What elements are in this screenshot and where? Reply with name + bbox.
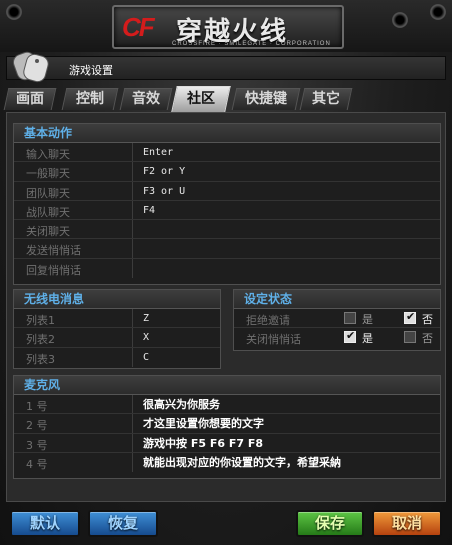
keybind-value[interactable]: Enter bbox=[132, 143, 440, 162]
cancel-button[interactable]: 取消 bbox=[372, 510, 442, 537]
settings-window: CF 穿越火线 CROSSFIRE · SMILEGATE · CORPORAT… bbox=[0, 0, 452, 545]
mic-message-input[interactable]: 才这里设置你想要的文字 bbox=[132, 414, 440, 433]
tab-controls[interactable]: 控制 bbox=[61, 88, 119, 110]
mic-slot-label: 4 号 bbox=[26, 457, 48, 471]
logo-cf-mark: CF bbox=[122, 12, 155, 42]
keybind-label: 战队聊天 bbox=[26, 205, 70, 219]
no-checkbox[interactable] bbox=[404, 310, 416, 324]
keybind-label: 输入聊天 bbox=[26, 148, 70, 161]
status-row: 拒绝邀请 是 否 bbox=[234, 309, 440, 329]
keybind-row[interactable]: 列表1 Z bbox=[14, 309, 220, 329]
keybind-label: 发送悄悄话 bbox=[26, 244, 81, 258]
status-row: 关闭悄悄话 是 否 bbox=[234, 328, 440, 347]
keybind-value[interactable]: F2 or Y bbox=[132, 162, 440, 181]
keybind-label: 列表1 bbox=[26, 314, 55, 327]
mic-message-row[interactable]: 4 号 就能出现对应的你设置的文字，希望采納 bbox=[14, 452, 440, 473]
yes-checkbox[interactable] bbox=[344, 329, 356, 344]
game-logo: CF 穿越火线 CROSSFIRE · SMILEGATE · CORPORAT… bbox=[112, 5, 344, 49]
keybind-value[interactable]: F4 bbox=[132, 200, 440, 220]
mic-message-input[interactable]: 很高兴为你服务 bbox=[132, 395, 440, 414]
no-label: 否 bbox=[422, 332, 433, 346]
tab-hotkeys[interactable]: 快捷键 bbox=[231, 88, 301, 110]
section-heading: 设定状态 bbox=[234, 290, 440, 309]
bullet-hole-icon bbox=[430, 4, 446, 20]
bullet-hole-icon bbox=[6, 4, 22, 20]
keybind-row[interactable]: 关闭聊天 bbox=[14, 220, 440, 240]
keybind-value[interactable]: C bbox=[132, 347, 220, 367]
tab-other[interactable]: 其它 bbox=[299, 88, 353, 110]
keybind-label: 列表3 bbox=[26, 352, 55, 366]
status-settings-section: 设定状态 拒绝邀请 是 否 关闭悄悄话 是 否 bbox=[233, 289, 441, 351]
keybind-row[interactable]: 团队聊天 F3 or U bbox=[14, 181, 440, 201]
keybind-row[interactable]: 列表3 C bbox=[14, 347, 220, 367]
bullet-hole-icon bbox=[392, 12, 408, 28]
section-heading: 无线电消息 bbox=[14, 290, 220, 309]
keybind-row[interactable]: 发送悄悄话 bbox=[14, 239, 440, 259]
mic-slot-label: 2 号 bbox=[26, 419, 48, 433]
radio-messages-section: 无线电消息 列表1 Z 列表2 X 列表3 C bbox=[13, 289, 221, 369]
mic-message-row[interactable]: 3 号 游戏中按 F5 F6 F7 F8 bbox=[14, 433, 440, 453]
keybind-value[interactable]: Z bbox=[132, 309, 220, 328]
mic-message-input[interactable]: 游戏中按 F5 F6 F7 F8 bbox=[132, 433, 440, 452]
mic-message-row[interactable]: 1 号 很高兴为你服务 bbox=[14, 395, 440, 415]
keybind-value[interactable] bbox=[132, 258, 440, 279]
basic-actions-section: 基本动作 输入聊天 Enter 一般聊天 F2 or Y 团队聊天 F3 or U 战… bbox=[13, 123, 441, 285]
microphone-section: 麦克风 1 号 很高兴为你服务 2 号 才这里设置你想要的文字 3 号 游戏中按 F5… bbox=[13, 375, 441, 479]
tab-community[interactable]: 社区 bbox=[171, 86, 231, 112]
keybind-row[interactable]: 列表2 X bbox=[14, 328, 220, 348]
keybind-value[interactable] bbox=[132, 239, 440, 258]
section-heading: 麦克风 bbox=[14, 376, 440, 395]
mic-message-input[interactable]: 就能出现对应的你设置的文字，希望采納 bbox=[132, 452, 440, 473]
logo-english-text: CROSSFIRE · SMILEGATE · CORPORATION bbox=[172, 41, 331, 47]
yes-label: 是 bbox=[362, 332, 373, 346]
settings-panel: 基本动作 输入聊天 Enter 一般聊天 F2 or Y 团队聊天 F3 or U 战… bbox=[6, 112, 446, 502]
mic-message-row[interactable]: 2 号 才这里设置你想要的文字 bbox=[14, 414, 440, 434]
section-heading: 基本动作 bbox=[14, 124, 440, 143]
keybind-label: 一般聊天 bbox=[26, 167, 70, 181]
tab-graphics[interactable]: 画面 bbox=[3, 88, 57, 110]
tab-sound[interactable]: 音效 bbox=[119, 88, 173, 110]
yes-checkbox[interactable] bbox=[344, 312, 356, 324]
keybind-row[interactable]: 输入聊天 Enter bbox=[14, 143, 440, 163]
keybind-row[interactable]: 一般聊天 F2 or Y bbox=[14, 162, 440, 182]
keybind-value[interactable] bbox=[132, 220, 440, 239]
keybind-row[interactable]: 战队聊天 F4 bbox=[14, 200, 440, 221]
status-label: 拒绝邀请 bbox=[246, 314, 290, 327]
keybind-label: 团队聊天 bbox=[26, 186, 70, 200]
keybind-label: 列表2 bbox=[26, 333, 55, 347]
default-button[interactable]: 默认 bbox=[10, 510, 80, 537]
keybind-value[interactable]: F3 or U bbox=[132, 181, 440, 200]
logo-band: CF 穿越火线 CROSSFIRE · SMILEGATE · CORPORAT… bbox=[0, 0, 452, 52]
keybind-row[interactable]: 回复悄悄话 bbox=[14, 258, 440, 279]
no-label: 否 bbox=[422, 313, 433, 326]
yes-label: 是 bbox=[362, 313, 373, 326]
window-titlebar: 游戏设置 bbox=[6, 51, 446, 83]
restore-button[interactable]: 恢复 bbox=[88, 510, 158, 537]
window-title: 游戏设置 bbox=[69, 64, 113, 77]
no-checkbox[interactable] bbox=[404, 331, 416, 344]
save-button[interactable]: 保存 bbox=[296, 510, 364, 537]
status-label: 关闭悄悄话 bbox=[246, 333, 301, 347]
keybind-label: 回复悄悄话 bbox=[26, 263, 81, 277]
dogtag-icon bbox=[12, 51, 49, 83]
mic-slot-label: 1 号 bbox=[26, 400, 48, 413]
mic-slot-label: 3 号 bbox=[26, 438, 48, 452]
keybind-value[interactable]: X bbox=[132, 328, 220, 347]
keybind-label: 关闭聊天 bbox=[26, 225, 70, 239]
